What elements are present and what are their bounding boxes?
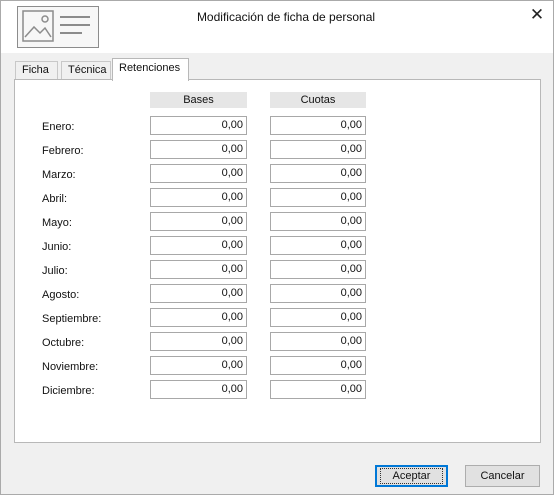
month-label: Marzo: — [42, 169, 76, 181]
bases-input[interactable]: 0,00 — [150, 380, 247, 399]
bases-input[interactable]: 0,00 — [150, 332, 247, 351]
cuotas-input[interactable]: 0,00 — [270, 284, 366, 303]
bases-input[interactable]: 0,00 — [150, 164, 247, 183]
cuotas-input[interactable]: 0,00 — [270, 356, 366, 375]
cuotas-input[interactable]: 0,00 — [270, 380, 366, 399]
window-title: Modificación de ficha de personal — [196, 10, 376, 24]
cuotas-input[interactable]: 0,00 — [270, 212, 366, 231]
month-label: Junio: — [42, 241, 72, 253]
title-bar: Modificación de ficha de personal ✕ — [1, 1, 553, 53]
bases-input[interactable]: 0,00 — [150, 116, 247, 135]
bases-input[interactable]: 0,00 — [150, 140, 247, 159]
cuotas-input[interactable]: 0,00 — [270, 188, 366, 207]
tab-retenciones[interactable]: Retenciones — [112, 58, 189, 81]
tab-tecnica[interactable]: Técnica — [61, 61, 111, 80]
bases-input[interactable]: 0,00 — [150, 308, 247, 327]
accept-button-label: Aceptar — [379, 468, 444, 484]
cuotas-input[interactable]: 0,00 — [270, 260, 366, 279]
bases-input[interactable]: 0,00 — [150, 188, 247, 207]
bases-input[interactable]: 0,00 — [150, 236, 247, 255]
cuotas-input[interactable]: 0,00 — [270, 236, 366, 255]
month-label: Abril: — [42, 193, 68, 205]
cancel-button[interactable]: Cancelar — [465, 465, 540, 487]
cuotas-column-header: Cuotas — [270, 92, 366, 108]
cuotas-input[interactable]: 0,00 — [270, 332, 366, 351]
month-label: Septiembre: — [42, 313, 102, 325]
cuotas-input[interactable]: 0,00 — [270, 164, 366, 183]
bases-input[interactable]: 0,00 — [150, 356, 247, 375]
bases-input[interactable]: 0,00 — [150, 284, 247, 303]
accept-button[interactable]: Aceptar — [375, 465, 448, 487]
month-label: Mayo: — [42, 217, 72, 229]
cuotas-input[interactable]: 0,00 — [270, 140, 366, 159]
bases-input[interactable]: 0,00 — [150, 260, 247, 279]
month-label: Diciembre: — [42, 385, 95, 397]
month-label: Octubre: — [42, 337, 85, 349]
month-label: Enero: — [42, 121, 75, 133]
tab-ficha[interactable]: Ficha — [15, 61, 58, 80]
month-label: Julio: — [42, 265, 68, 277]
month-label: Noviembre: — [42, 361, 99, 373]
dialog-window: Modificación de ficha de personal ✕ Fich… — [0, 0, 554, 495]
close-icon: ✕ — [529, 5, 545, 24]
close-button[interactable]: ✕ — [521, 2, 553, 28]
month-label: Agosto: — [42, 289, 80, 301]
month-label: Febrero: — [42, 145, 84, 157]
bases-column-header: Bases — [150, 92, 247, 108]
cuotas-input[interactable]: 0,00 — [270, 116, 366, 135]
bases-input[interactable]: 0,00 — [150, 212, 247, 231]
cuotas-input[interactable]: 0,00 — [270, 308, 366, 327]
